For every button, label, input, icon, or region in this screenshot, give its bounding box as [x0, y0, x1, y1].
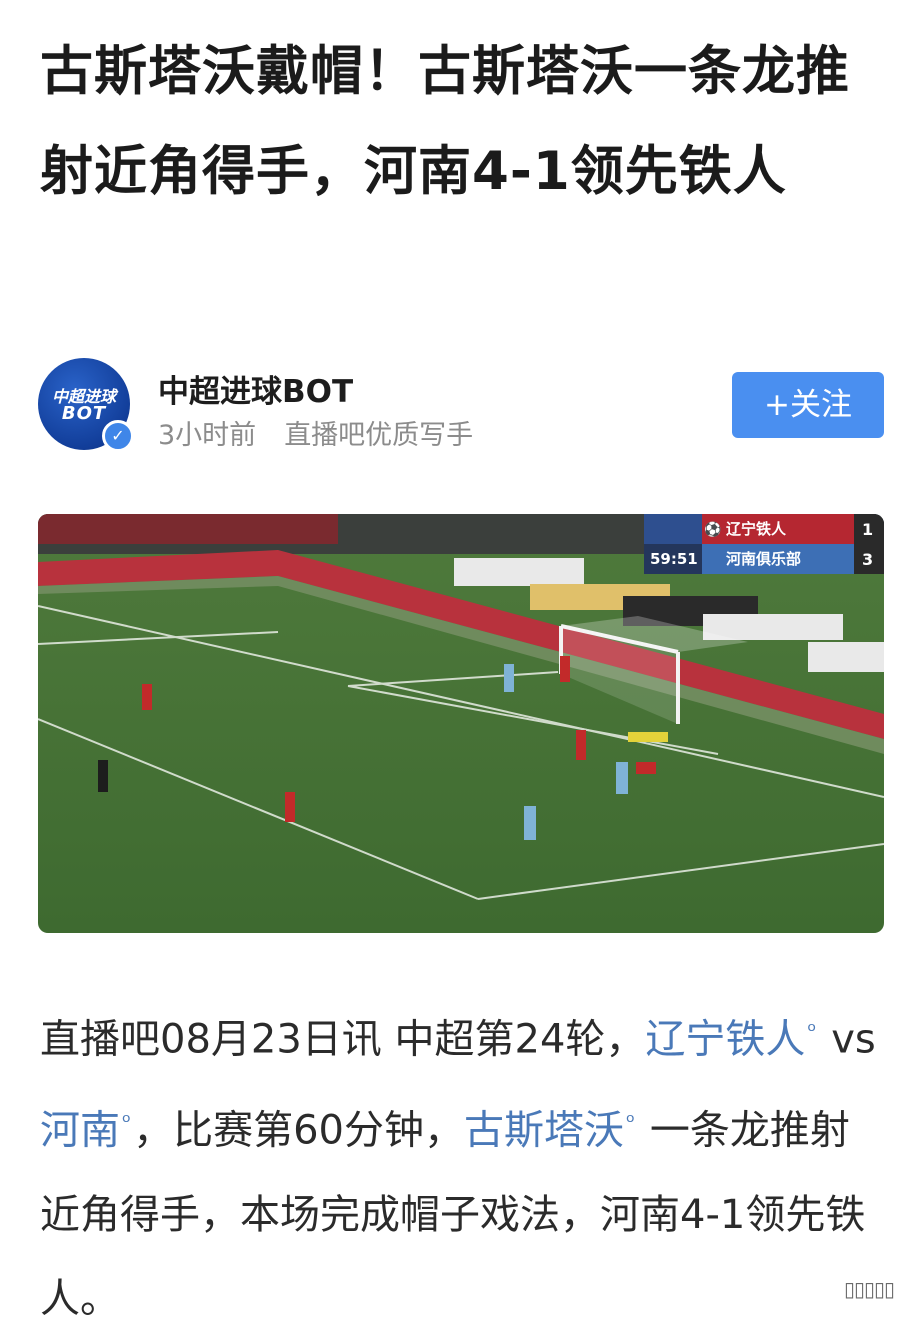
author-meta: 3小时前 直播吧优质写手 [158, 413, 473, 452]
scoreboard-match-time: 59:51 [650, 550, 698, 568]
match-photo-image: ⚽ 辽宁铁人 1 59:51 河南俱乐部 3 [38, 514, 884, 933]
follow-button[interactable]: +关注 [732, 372, 884, 438]
author-bar: 中超进球 BOT ✓ 中超进球BOT 3小时前 直播吧优质写手 +关注 [38, 358, 886, 458]
author-avatar[interactable]: 中超进球 BOT ✓ [38, 358, 134, 452]
link-player[interactable]: 古斯塔沃 [464, 1108, 624, 1154]
scoreboard-team2-name: 河南俱乐部 [726, 550, 801, 568]
body-text-1: 直播吧08月23日讯 中超第24轮， [40, 1016, 646, 1063]
search-icon[interactable]: ᵒ [807, 1019, 816, 1044]
search-icon[interactable]: ᵒ [122, 1110, 131, 1135]
watermark: ▯▯▯▯▯ [843, 1277, 895, 1301]
link-team1[interactable]: 辽宁铁人 [645, 1016, 805, 1062]
scoreboard-team1-score: 1 [862, 520, 873, 539]
author-name[interactable]: 中超进球BOT [158, 366, 353, 411]
body-text-3: ，比赛第60分钟， [133, 1107, 465, 1154]
verified-badge-icon: ✓ [102, 420, 134, 452]
svg-text:⚽: ⚽ [703, 521, 721, 538]
match-photo[interactable]: ⚽ 辽宁铁人 1 59:51 河南俱乐部 3 [38, 514, 884, 933]
search-icon[interactable]: ᵒ [626, 1110, 635, 1135]
body-text-2: vs [818, 1016, 876, 1063]
scoreboard-team1-name: 辽宁铁人 [726, 520, 787, 538]
author-tag: 直播吧优质写手 [284, 420, 474, 451]
article-body: 直播吧08月23日讯 中超第24轮，辽宁铁人ᵒ vs河南ᵒ，比赛第60分钟，古斯… [40, 990, 886, 1341]
link-team2[interactable]: 河南 [40, 1108, 120, 1154]
scoreboard-team2-score: 3 [862, 550, 873, 569]
post-time: 3小时前 [158, 420, 257, 451]
article-title: 古斯塔沃戴帽！古斯塔沃一条龙推射近角得手，河南4-1领先铁人 [40, 41, 850, 202]
